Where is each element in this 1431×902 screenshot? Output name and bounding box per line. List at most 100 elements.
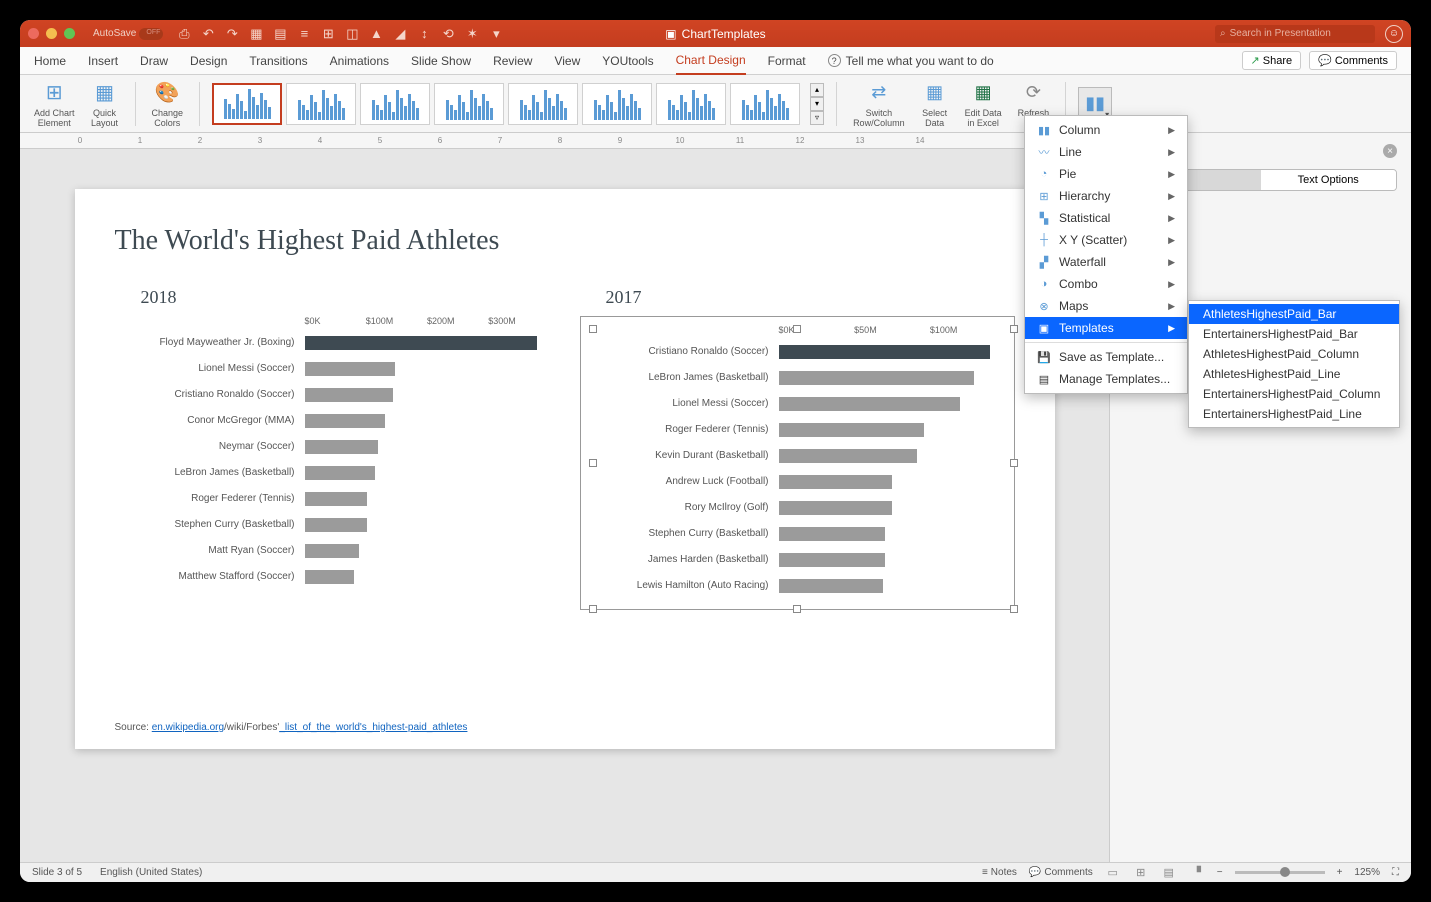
slide-canvas[interactable]: The World's Highest Paid Athletes 2018$0… xyxy=(75,189,1055,749)
undo-icon[interactable]: ↶ xyxy=(201,27,215,41)
comments-button[interactable]: 💬Comments xyxy=(1029,867,1093,878)
close-icon[interactable]: × xyxy=(1383,144,1397,158)
style-scroll-down-button[interactable]: ▾ xyxy=(810,97,824,111)
fit-to-window-icon[interactable]: ⛶ xyxy=(1392,867,1399,878)
style-scroll-up-button[interactable]: ▴ xyxy=(810,83,824,97)
menu-item-combo[interactable]: ◑Combo▶ xyxy=(1025,273,1187,295)
manage-templates-item[interactable]: ▤Manage Templates... xyxy=(1025,368,1187,390)
reading-view-icon[interactable]: ▤ xyxy=(1161,866,1177,880)
menu-item-line[interactable]: 〰Line▶ xyxy=(1025,141,1187,163)
selection-handle[interactable] xyxy=(589,325,597,333)
tab-animations[interactable]: Animations xyxy=(330,48,389,74)
menu-item-templates[interactable]: ▣Templates▶ xyxy=(1025,317,1187,339)
template-item[interactable]: AthletesHighestPaid_Line xyxy=(1189,364,1399,384)
bar-row: Rory McIlroy (Golf) xyxy=(589,497,1006,518)
save-icon[interactable]: ⎙ xyxy=(177,27,191,41)
language-indicator[interactable]: English (United States) xyxy=(100,867,202,878)
qat-icon[interactable]: ⊞ xyxy=(321,27,335,41)
qat-icon[interactable]: ◫ xyxy=(345,27,359,41)
comments-button[interactable]: 💬Comments xyxy=(1309,51,1397,70)
template-item[interactable]: EntertainersHighestPaid_Line xyxy=(1189,404,1399,424)
selection-handle[interactable] xyxy=(1010,325,1018,333)
chart-style-thumb[interactable] xyxy=(212,83,282,125)
template-item[interactable]: EntertainersHighestPaid_Column xyxy=(1189,384,1399,404)
tab-chart-design[interactable]: Chart Design xyxy=(676,47,746,75)
qat-icon[interactable]: ▲ xyxy=(369,27,383,41)
menu-item-column[interactable]: ▮▮Column▶ xyxy=(1025,119,1187,141)
selection-handle[interactable] xyxy=(589,605,597,613)
chart-style-thumb[interactable] xyxy=(730,83,800,125)
text-options-toggle[interactable]: Text Options xyxy=(1261,170,1397,190)
bar-chart[interactable]: $0K$50M$100MCristiano Ronaldo (Soccer)Le… xyxy=(580,316,1015,610)
template-item[interactable]: AthletesHighestPaid_Bar xyxy=(1189,304,1399,324)
switch-row-column-button[interactable]: ⇄ Switch Row/Column xyxy=(849,77,909,131)
redo-icon[interactable]: ↷ xyxy=(225,27,239,41)
tab-youtools[interactable]: YOUtools xyxy=(602,48,653,74)
chart-style-thumb[interactable] xyxy=(434,83,504,125)
qat-icon[interactable]: ▤ xyxy=(273,27,287,41)
chart-style-thumb[interactable] xyxy=(582,83,652,125)
chart-style-thumb[interactable] xyxy=(286,83,356,125)
chart-style-thumb[interactable] xyxy=(360,83,430,125)
window-minimize-icon[interactable] xyxy=(46,28,57,39)
zoom-level[interactable]: 125% xyxy=(1354,867,1380,878)
qat-icon[interactable]: ▾ xyxy=(489,27,503,41)
qat-icon[interactable]: ⟲ xyxy=(441,27,455,41)
qat-icon[interactable]: ≡ xyxy=(297,27,311,41)
window-zoom-icon[interactable] xyxy=(64,28,75,39)
tab-view[interactable]: View xyxy=(554,48,580,74)
selection-handle[interactable] xyxy=(589,459,597,467)
menu-item-waterfall[interactable]: ▞Waterfall▶ xyxy=(1025,251,1187,273)
chart-style-thumb[interactable] xyxy=(656,83,726,125)
template-item[interactable]: AthletesHighestPaid_Column xyxy=(1189,344,1399,364)
lightbulb-icon: ? xyxy=(828,54,841,67)
style-more-button[interactable]: ▿ xyxy=(810,111,824,125)
slideshow-view-icon[interactable]: ▝ xyxy=(1189,866,1205,880)
change-colors-button[interactable]: 🎨 Change Colors xyxy=(148,77,188,131)
quick-layout-button[interactable]: ▦ Quick Layout xyxy=(87,77,123,131)
selection-handle[interactable] xyxy=(1010,459,1018,467)
qat-icon[interactable]: ◢ xyxy=(393,27,407,41)
menu-item-statistical[interactable]: ▚Statistical▶ xyxy=(1025,207,1187,229)
user-icon[interactable]: ☺ xyxy=(1385,25,1403,43)
sorter-view-icon[interactable]: ⊞ xyxy=(1133,866,1149,880)
qat-icon[interactable]: ↕ xyxy=(417,27,431,41)
save-as-template-item[interactable]: 💾Save as Template... xyxy=(1025,346,1187,368)
add-chart-element-button[interactable]: ⊞ Add Chart Element xyxy=(30,77,79,131)
tab-design[interactable]: Design xyxy=(190,48,227,74)
selection-handle[interactable] xyxy=(793,325,801,333)
qat-icon[interactable]: ✶ xyxy=(465,27,479,41)
qat-icon[interactable]: ▦ xyxy=(249,27,263,41)
template-item[interactable]: EntertainersHighestPaid_Bar xyxy=(1189,324,1399,344)
tell-me-button[interactable]: ? Tell me what you want to do xyxy=(828,54,994,68)
tab-draw[interactable]: Draw xyxy=(140,48,168,74)
edit-data-excel-button[interactable]: ▦ Edit Data in Excel xyxy=(961,77,1006,131)
zoom-slider[interactable] xyxy=(1235,871,1325,874)
chart-style-thumb[interactable] xyxy=(508,83,578,125)
selection-handle[interactable] xyxy=(793,605,801,613)
tab-home[interactable]: Home xyxy=(34,48,66,74)
search-input[interactable]: ⌕ Search in Presentation xyxy=(1215,25,1375,43)
menu-item-xyscatter[interactable]: ┼X Y (Scatter)▶ xyxy=(1025,229,1187,251)
window-close-icon[interactable] xyxy=(28,28,39,39)
tab-review[interactable]: Review xyxy=(493,48,532,74)
tab-transitions[interactable]: Transitions xyxy=(249,48,307,74)
source-link[interactable]: en.wikipedia.org xyxy=(152,722,224,733)
bar-chart[interactable]: $0K$100M$200M$300MFloyd Mayweather Jr. (… xyxy=(115,316,550,587)
zoom-out-button[interactable]: − xyxy=(1217,867,1223,878)
menu-item-hierarchy[interactable]: ⊞Hierarchy▶ xyxy=(1025,185,1187,207)
zoom-in-button[interactable]: + xyxy=(1337,867,1343,878)
tab-insert[interactable]: Insert xyxy=(88,48,118,74)
share-button[interactable]: ↗Share xyxy=(1242,51,1302,70)
tab-slideshow[interactable]: Slide Show xyxy=(411,48,471,74)
source-link[interactable]: _list_of_the_world's_highest-paid_athlet… xyxy=(279,722,467,733)
menu-item-pie[interactable]: ◔Pie▶ xyxy=(1025,163,1187,185)
normal-view-icon[interactable]: ▭ xyxy=(1105,866,1121,880)
selection-handle[interactable] xyxy=(1010,605,1018,613)
menu-item-maps[interactable]: ⊗Maps▶ xyxy=(1025,295,1187,317)
notes-button[interactable]: ≡Notes xyxy=(982,867,1017,878)
tab-format[interactable]: Format xyxy=(768,48,806,74)
select-data-button[interactable]: ▦ Select Data xyxy=(917,77,953,131)
autosave-toggle[interactable]: AutoSave xyxy=(93,28,163,40)
bar-label: Matt Ryan (Soccer) xyxy=(115,545,305,556)
